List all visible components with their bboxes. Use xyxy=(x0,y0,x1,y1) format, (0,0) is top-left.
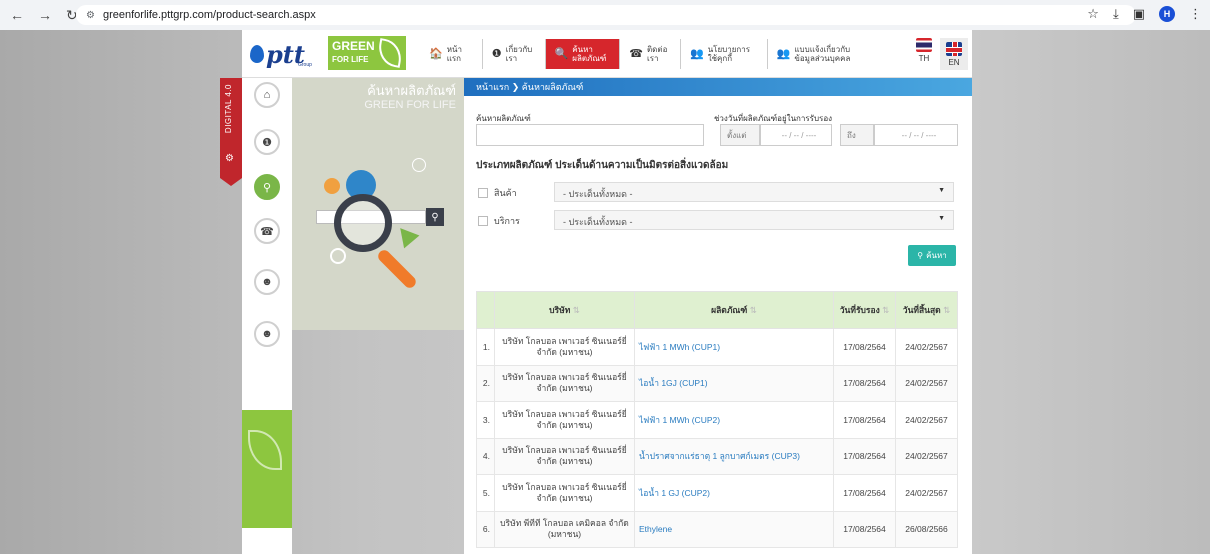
table-header-row: บริษัท ⇅ ผลิตภัณฑ์ ⇅ วันที่รับรอง ⇅ วันท… xyxy=(476,291,958,329)
bubble-icon xyxy=(324,178,340,194)
flame-drop-icon xyxy=(250,45,264,63)
clock-icon xyxy=(412,158,426,172)
uk-flag-icon xyxy=(946,42,962,56)
side-info-icon[interactable]: ❶ xyxy=(254,129,280,155)
product-link[interactable]: ไฟฟ้า 1 MWh (CUP1) xyxy=(634,328,834,366)
lang-en-button[interactable]: EN xyxy=(940,38,968,70)
table-row: 2. บริษัท โกลบอล เพาเวอร์ ซินเนอร์ยี่ จำ… xyxy=(476,364,958,402)
product-link[interactable]: ไฟฟ้า 1 MWh (CUP2) xyxy=(634,401,834,439)
circle-icon xyxy=(330,248,346,264)
col-product[interactable]: ผลิตภัณฑ์ ⇅ xyxy=(634,291,834,329)
side-search-icon[interactable]: ⚲ xyxy=(254,174,280,200)
service-checkbox-row[interactable]: บริการ xyxy=(478,214,520,228)
date-from-label: ตั้งแต่ xyxy=(720,124,760,146)
site-header: ptt Group GREEN FOR LIFE 🏠 หน้าแรก ❶ เกี… xyxy=(242,30,972,78)
info-icon: ❶ xyxy=(491,47,502,60)
table-row: 6. บริษัท พีทีที โกลบอล เคมิคอล จำกัด (ม… xyxy=(476,510,958,548)
sidebar-leaf-panel xyxy=(242,410,292,528)
sidepanel-icon[interactable]: ▣ xyxy=(1133,6,1145,22)
side-policy-icon[interactable]: ☻ xyxy=(254,269,280,295)
product-type-title: ประเภทผลิตภัณฑ์ ประเด็นด้านความเป็นมิตรต… xyxy=(476,160,729,171)
col-num xyxy=(476,291,495,329)
browser-toolbar: ← → ↻ ⚙ greenforlife.pttgrp.com/product-… xyxy=(0,0,1210,30)
browser-actions: ☆ ⤓ ▣ H ⋮ xyxy=(1087,6,1202,22)
sort-icon: ⇅ xyxy=(749,305,757,315)
menu-kebab-icon[interactable]: ⋮ xyxy=(1189,6,1202,22)
breadcrumb[interactable]: หน้าแรก ❯ ค้นหาผลิตภัณฑ์ xyxy=(464,78,972,96)
product-link[interactable]: ไอน้ำ 1 GJ (CUP2) xyxy=(634,474,834,512)
results-table: บริษัท ⇅ ผลิตภัณฑ์ ⇅ วันที่รับรอง ⇅ วันท… xyxy=(476,291,958,548)
url-text[interactable]: greenforlife.pttgrp.com/product-search.a… xyxy=(103,9,316,21)
digital-logo-icon: ⚙ xyxy=(225,153,234,164)
product-search-input[interactable] xyxy=(476,124,704,146)
side-privacy-icon[interactable]: ☻ xyxy=(254,321,280,347)
main-content: หน้าแรก ❯ ค้นหาผลิตภัณฑ์ ค้นหาผลิตภัณฑ์ … xyxy=(464,78,972,554)
product-link[interactable]: น้ำปราศจากแร่ธาตุ 1 ลูกบาศก์เมตร (CUP3) xyxy=(634,437,834,475)
contact-icon: ☎ xyxy=(629,47,643,60)
ptt-logo[interactable]: ptt Group xyxy=(250,40,324,69)
profile-avatar[interactable]: H xyxy=(1159,6,1175,22)
goods-checkbox-row[interactable]: สินค้า xyxy=(478,186,517,200)
col-company[interactable]: บริษัท ⇅ xyxy=(494,291,635,329)
search-icon: ⚲ xyxy=(917,251,924,260)
privacy-icon: 👥 xyxy=(776,47,791,60)
thai-flag-icon xyxy=(916,38,932,52)
menu-cookie-policy[interactable]: 👥 นโยบายการใช้คุกกี้ xyxy=(681,39,768,69)
col-end-date[interactable]: วันที่สิ้นสุด ⇅ xyxy=(895,291,958,329)
table-row: 4. บริษัท โกลบอล เพาเวอร์ ซินเนอร์ยี่ จำ… xyxy=(476,437,958,475)
search-illustration: ค้นหาผลิตภัณฑ์ GREEN FOR LIFE ⚲ xyxy=(292,78,464,330)
magnifier-icon xyxy=(334,194,392,252)
lang-th-button[interactable]: TH xyxy=(910,38,938,63)
service-checkbox[interactable] xyxy=(478,216,488,226)
site-settings-icon[interactable]: ⚙ xyxy=(86,10,95,21)
table-row: 3. บริษัท โกลบอล เพาเวอร์ ซินเนอร์ยี่ จำ… xyxy=(476,401,958,439)
goods-issue-select[interactable]: - ประเด็นทั้งหมด - ▼ xyxy=(554,182,954,202)
cursor-arrow-icon xyxy=(392,221,420,249)
menu-contact[interactable]: ☎ ติดต่อเรา xyxy=(620,39,681,69)
search-button[interactable]: ⚲ ค้นหา xyxy=(908,245,956,266)
product-link[interactable]: Ethylene xyxy=(634,510,834,548)
table-row: 1. บริษัท โกลบอล เพาเวอร์ ซินเนอร์ยี่ จำ… xyxy=(476,328,958,366)
home-icon: 🏠 xyxy=(429,47,443,60)
side-home-icon[interactable]: ⌂ xyxy=(254,82,280,108)
goods-checkbox[interactable] xyxy=(478,188,488,198)
address-bar[interactable]: ⚙ greenforlife.pttgrp.com/product-search… xyxy=(76,5,1136,25)
digital-ribbon[interactable]: DIGITAL 4.0 ⚙ xyxy=(220,78,242,186)
forward-icon[interactable]: → xyxy=(38,7,52,24)
col-start-date[interactable]: วันที่รับรอง ⇅ xyxy=(833,291,896,329)
policy-icon: 👥 xyxy=(689,47,704,60)
illustration-search-icon: ⚲ xyxy=(426,208,444,226)
menu-product-search[interactable]: 🔍 ค้นหาผลิตภัณฑ์ xyxy=(545,39,621,69)
menu-privacy[interactable]: 👥 แบบแจ้งเกี่ยวกับข้อมูลส่วนบุคคล xyxy=(768,39,880,69)
illustration-title: ค้นหาผลิตภัณฑ์ GREEN FOR LIFE xyxy=(364,83,456,112)
menu-about[interactable]: ❶ เกี่ยวกับเรา xyxy=(483,39,546,69)
sort-icon: ⇅ xyxy=(572,305,580,315)
green-for-life-logo[interactable]: GREEN FOR LIFE xyxy=(328,36,406,70)
chevron-down-icon: ▼ xyxy=(938,215,945,222)
back-icon[interactable]: ← xyxy=(10,7,24,24)
service-issue-select[interactable]: - ประเด็นทั้งหมด - ▼ xyxy=(554,210,954,230)
date-to-label: ถึง xyxy=(840,124,874,146)
sort-icon: ⇅ xyxy=(943,305,951,315)
main-menu: 🏠 หน้าแรก ❶ เกี่ยวกับเรา 🔍 ค้นหาผลิตภัณฑ… xyxy=(420,30,879,78)
bookmark-star-icon[interactable]: ☆ xyxy=(1087,6,1099,22)
leaf-outline-icon xyxy=(248,430,282,470)
menu-home[interactable]: 🏠 หน้าแรก xyxy=(420,39,483,69)
sort-icon: ⇅ xyxy=(882,305,890,315)
download-icon[interactable]: ⤓ xyxy=(1113,6,1119,22)
date-from-input[interactable]: -- / -- / ---- xyxy=(760,124,832,146)
product-link[interactable]: ไอน้ำ 1GJ (CUP1) xyxy=(634,364,834,402)
date-to-input[interactable]: -- / -- / ---- xyxy=(874,124,958,146)
browser-nav: ← → ↻ xyxy=(0,7,78,24)
search-icon: 🔍 xyxy=(554,47,569,60)
side-contact-icon[interactable]: ☎ xyxy=(254,218,280,244)
table-row: 5. บริษัท โกลบอล เพาเวอร์ ซินเนอร์ยี่ จำ… xyxy=(476,474,958,512)
magnifier-handle xyxy=(375,247,419,291)
chevron-down-icon: ▼ xyxy=(938,187,945,194)
